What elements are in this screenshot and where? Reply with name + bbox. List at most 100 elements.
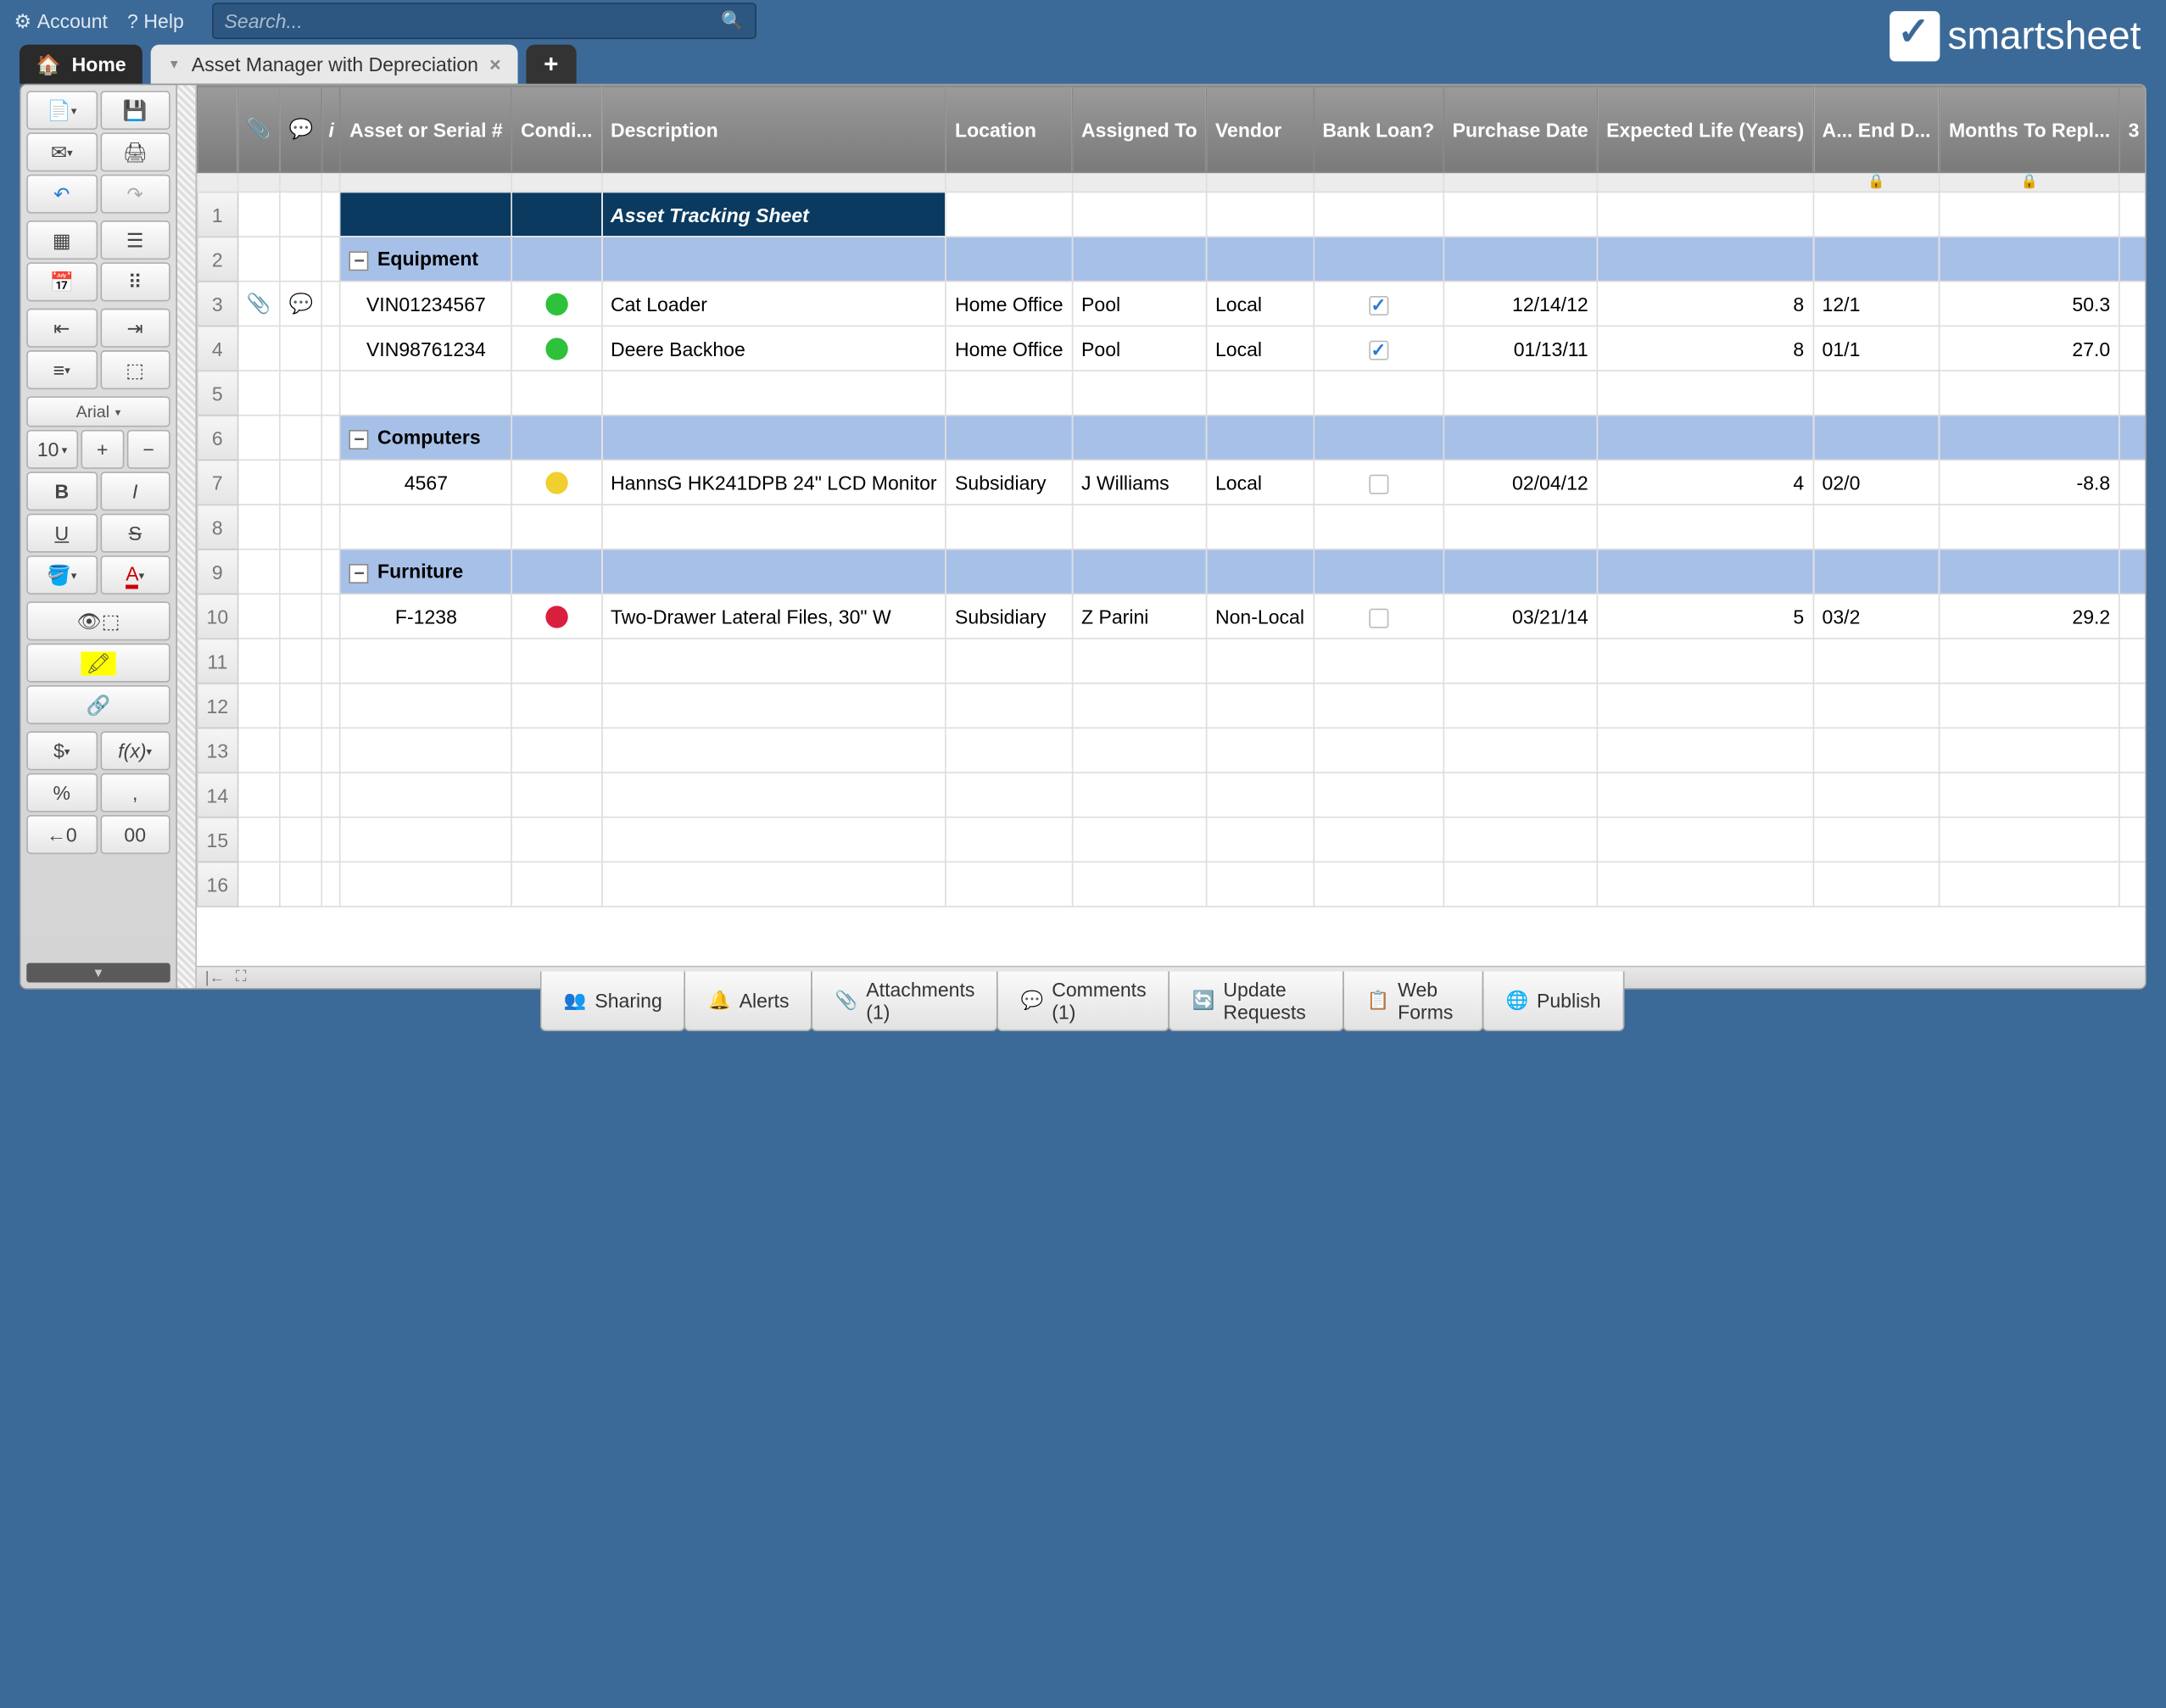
cell-life[interactable]: 5 <box>1597 594 1812 639</box>
sheet-title-cell[interactable]: Asset Tracking Sheet <box>601 192 946 237</box>
rownum[interactable]: 5 <box>198 371 237 416</box>
strike-button[interactable]: S <box>100 514 170 553</box>
table-row[interactable]: 13 <box>198 728 2145 773</box>
table-row[interactable]: 2−Equipment <box>198 237 2145 282</box>
col-vendor[interactable]: Vendor <box>1206 86 1313 172</box>
table-row[interactable]: 1 Asset Tracking Sheet <box>198 192 2145 237</box>
spreadsheet-grid[interactable]: 📎 💬 i Asset or Serial # Condi... Descrip… <box>197 85 2145 907</box>
rownum[interactable]: 1 <box>198 192 237 237</box>
tab-dropdown-icon[interactable]: ▼ <box>168 57 181 70</box>
search-input[interactable] <box>225 10 722 32</box>
collapse-icon[interactable]: − <box>349 251 369 271</box>
group-computers[interactable]: −Computers <box>340 416 511 460</box>
rownum[interactable]: 10 <box>198 594 237 639</box>
collapse-icon[interactable]: − <box>349 563 369 583</box>
rownum[interactable]: 12 <box>198 684 237 728</box>
cell-assigned[interactable]: Z Parini <box>1072 594 1206 639</box>
rownum[interactable]: 8 <box>198 505 237 550</box>
col-condition[interactable]: Condi... <box>511 86 601 172</box>
tab-sheet[interactable]: ▼Asset Manager with Depreciation× <box>151 45 517 84</box>
col-loan[interactable]: Bank Loan? <box>1314 86 1443 172</box>
search-box[interactable]: 🔍 <box>212 3 756 39</box>
cell-loan[interactable]: ✓ <box>1314 326 1443 371</box>
table-row[interactable]: 6 −Computers <box>198 416 2145 460</box>
wrap-button[interactable]: ⬚ <box>100 350 170 389</box>
mail-button[interactable]: ✉▾ <box>26 132 97 171</box>
cell-pdate[interactable]: 12/14/12 <box>1443 282 1597 327</box>
font-inc-button[interactable]: + <box>81 430 124 469</box>
indent-button[interactable]: ⇥ <box>100 309 170 348</box>
table-row[interactable]: 8 <box>198 505 2145 550</box>
cell-months[interactable]: 27.0 <box>1940 326 2119 371</box>
formula-button[interactable]: f(x)▾ <box>100 731 170 770</box>
col-life[interactable]: Expected Life (Years) <box>1597 86 1812 172</box>
status-publish[interactable]: 🌐Publish <box>1482 971 1624 1031</box>
cell-months[interactable]: 50.3 <box>1940 282 2119 327</box>
cell-assigned[interactable]: Pool <box>1072 282 1206 327</box>
calendar-button[interactable]: 📅 <box>26 262 97 301</box>
cell-condition[interactable] <box>511 326 601 371</box>
fill-color-button[interactable]: 🪣▾ <box>26 555 97 594</box>
cell-pdate[interactable]: 02/04/12 <box>1443 460 1597 505</box>
cell-end[interactable]: 02/0 <box>1813 460 1940 505</box>
collapse-icon[interactable]: − <box>349 429 369 449</box>
cell-loc[interactable]: Subsidiary <box>946 460 1072 505</box>
table-row[interactable]: 4VIN98761234Deere BackhoeHome OfficePool… <box>198 326 2145 371</box>
undo-button[interactable]: ↶ <box>26 175 97 214</box>
fullscreen-icon[interactable]: ⛶ <box>236 968 247 986</box>
cell-loan[interactable] <box>1314 460 1443 505</box>
link-button[interactable]: 🔗 <box>26 685 170 724</box>
cell-loan[interactable]: ✓ <box>1314 282 1443 327</box>
cell-desc[interactable]: Deere Backhoe <box>601 326 946 371</box>
account-menu[interactable]: ⚙Account <box>14 9 108 33</box>
font-size-select[interactable]: 10▾ <box>26 430 78 469</box>
comma-button[interactable]: , <box>100 773 170 812</box>
underline-button[interactable]: U <box>26 514 97 553</box>
cell-condition[interactable] <box>511 282 601 327</box>
currency-button[interactable]: $▾ <box>26 731 97 770</box>
print-button[interactable]: 🖨 <box>100 132 170 171</box>
attach-header[interactable]: 📎 <box>237 86 280 172</box>
cell-condition[interactable] <box>511 594 601 639</box>
align-button[interactable]: ≡▾ <box>26 350 97 389</box>
col-assigned[interactable]: Assigned To <box>1072 86 1206 172</box>
redo-button[interactable]: ↷ <box>100 175 170 214</box>
rownum[interactable]: 13 <box>198 728 237 773</box>
info-header[interactable]: i <box>322 86 340 172</box>
cell-desc[interactable]: Cat Loader <box>601 282 946 327</box>
rownum[interactable]: 4 <box>198 326 237 371</box>
rownum[interactable]: 15 <box>198 818 237 862</box>
table-row[interactable]: 3📎💬VIN01234567Cat LoaderHome OfficePoolL… <box>198 282 2145 327</box>
cell-end[interactable]: 01/1 <box>1813 326 1940 371</box>
cell-desc[interactable]: HannsG HK241DPB 24" LCD Monitor <box>601 460 946 505</box>
col-3m[interactable]: 3 M En... <box>2119 86 2145 172</box>
cell-asset[interactable]: 4567 <box>340 460 511 505</box>
grid-view-button[interactable]: ▦ <box>26 220 97 260</box>
scroll-start-icon[interactable]: |← <box>205 969 225 986</box>
group-furniture[interactable]: −Furniture <box>340 550 511 594</box>
comment-icon[interactable]: 💬 <box>289 292 314 314</box>
cell-loc[interactable]: Home Office <box>946 282 1072 327</box>
status-sharing[interactable]: 👥Sharing <box>540 971 686 1031</box>
status-attachments[interactable]: 📎Attachments (1) <box>812 971 999 1031</box>
outdent-button[interactable]: ⇤ <box>26 309 97 348</box>
cell-life[interactable]: 8 <box>1597 282 1812 327</box>
cell-loc[interactable]: Subsidiary <box>946 594 1072 639</box>
checkbox-icon[interactable]: ✓ <box>1369 340 1388 360</box>
text-color-button[interactable]: A▾ <box>100 555 170 594</box>
cell-end[interactable]: 03/2 <box>1813 594 1940 639</box>
cell-pdate[interactable]: 03/21/14 <box>1443 594 1597 639</box>
table-row[interactable]: 5 <box>198 371 2145 416</box>
rownum[interactable]: 6 <box>198 416 237 460</box>
cell-vendor[interactable]: Non-Local <box>1206 594 1313 639</box>
col-end[interactable]: A... End D... <box>1813 86 1940 172</box>
percent-button[interactable]: % <box>26 773 97 812</box>
tab-close-icon[interactable]: × <box>489 53 500 75</box>
toolbar-expand[interactable]: ▼ <box>26 963 170 982</box>
cell-desc[interactable]: Two-Drawer Lateral Files, 30" W <box>601 594 946 639</box>
save-button[interactable]: 💾 <box>100 91 170 130</box>
table-row[interactable]: 10F-1238Two-Drawer Lateral Files, 30" WS… <box>198 594 2145 639</box>
cell-months[interactable]: 29.2 <box>1940 594 2119 639</box>
font-select[interactable]: Arial▾ <box>26 396 170 427</box>
rownum[interactable]: 3 <box>198 282 237 327</box>
